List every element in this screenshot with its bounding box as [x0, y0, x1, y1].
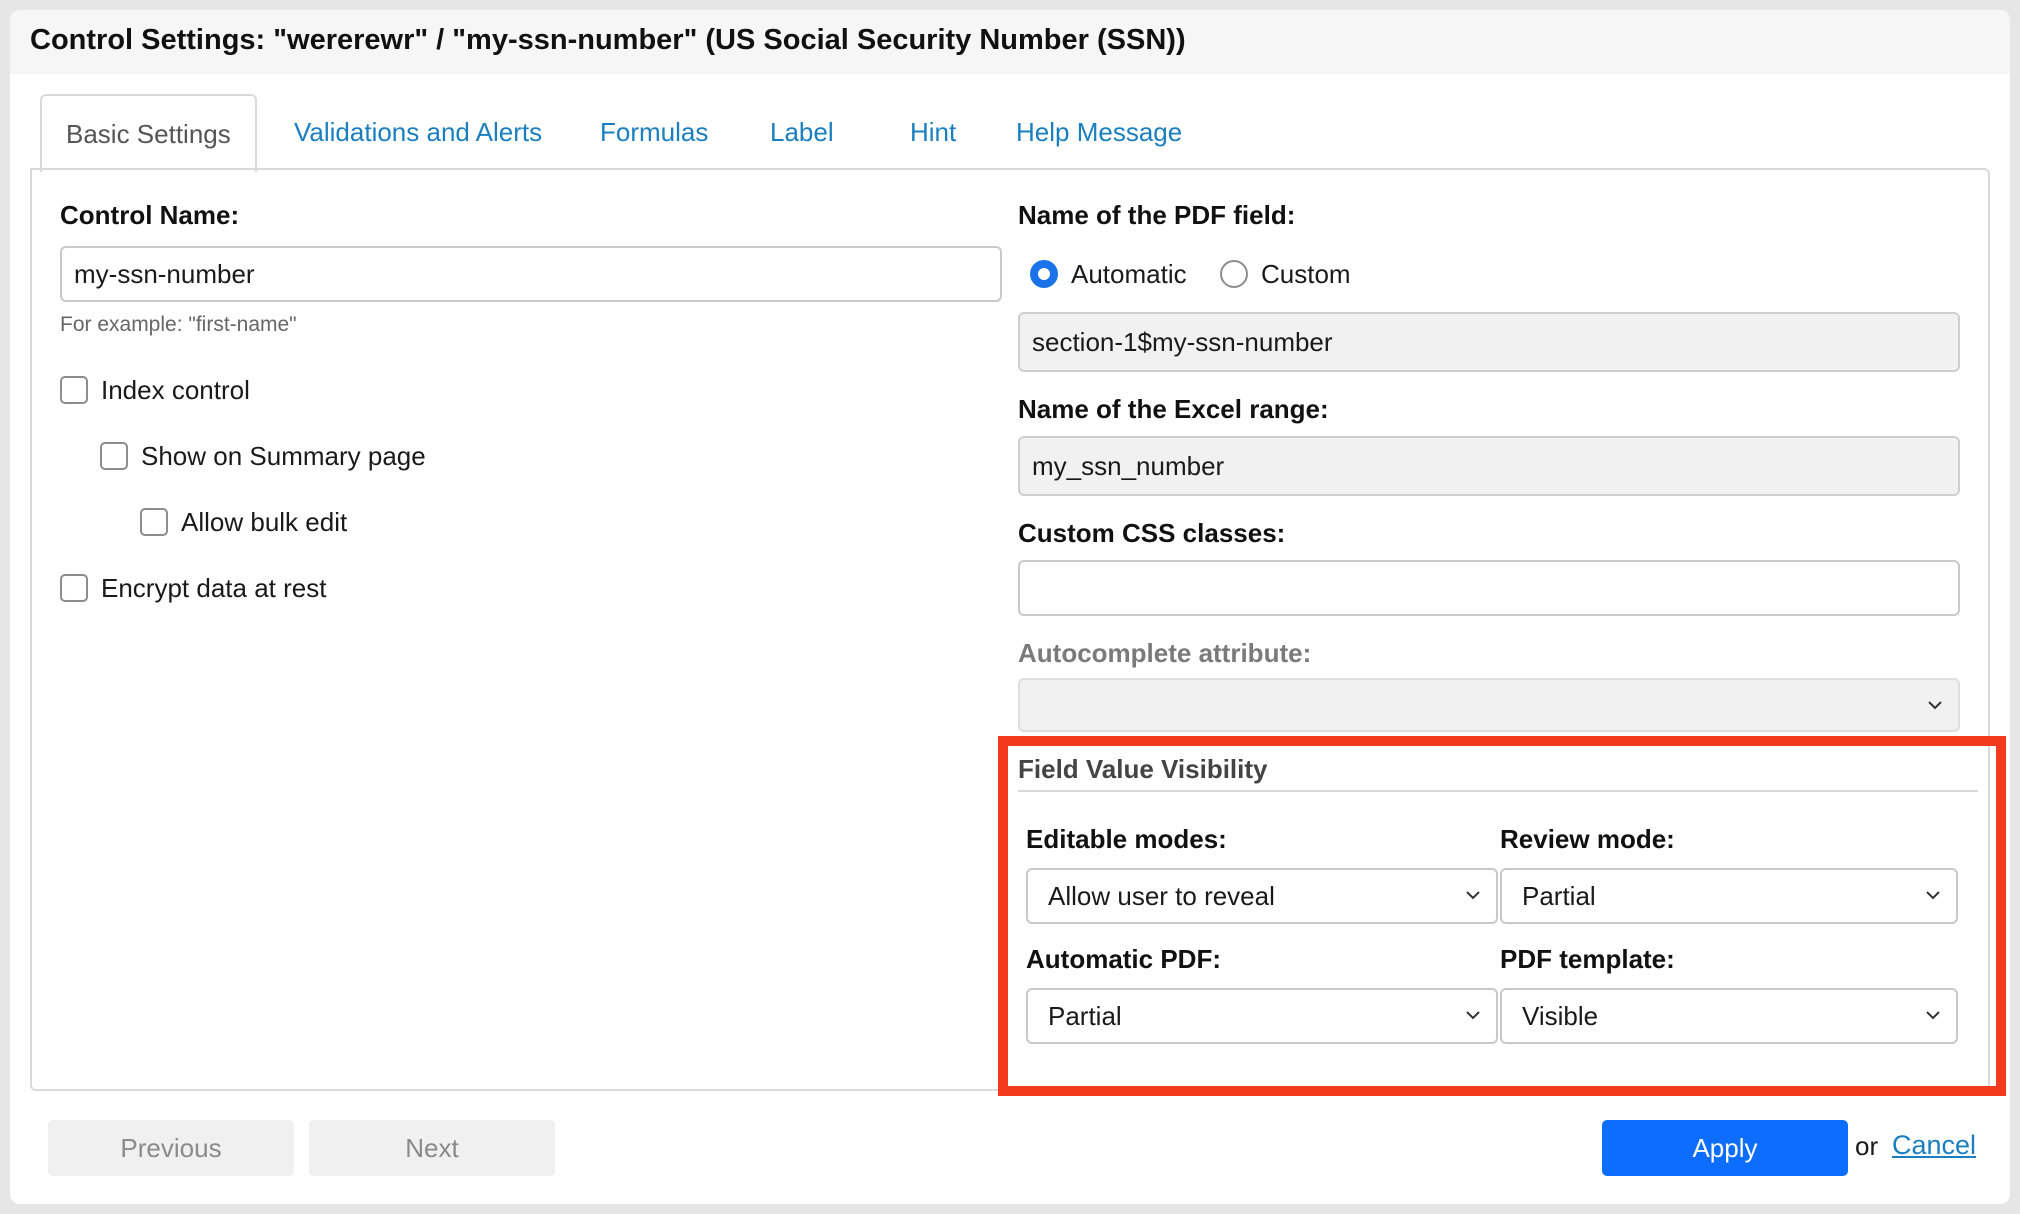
dialog-title: Control Settings: "wererewr" / "my-ssn-n… [30, 24, 1186, 56]
tab-label[interactable]: Label [770, 94, 834, 170]
title-bar: Control Settings: "wererewr" / "my-ssn-n… [10, 10, 2010, 74]
index-control-checkbox-row[interactable]: Index control [60, 373, 250, 407]
review-mode-value: Partial [1522, 881, 1596, 911]
or-text: or [1855, 1131, 1879, 1161]
automatic-pdf-value: Partial [1048, 1001, 1122, 1031]
control-settings-dialog: Control Settings: "wererewr" / "my-ssn-n… [10, 10, 2010, 1204]
pdf-automatic-radio[interactable] [1030, 260, 1058, 288]
pdf-automatic-radio-row[interactable]: Automatic [1030, 257, 1187, 291]
automatic-pdf-select[interactable]: Partial [1026, 988, 1498, 1044]
apply-button[interactable]: Apply [1602, 1120, 1848, 1176]
editable-modes-select[interactable]: Allow user to reveal [1026, 868, 1498, 924]
pdf-custom-radio[interactable] [1220, 260, 1248, 288]
index-control-label: Index control [101, 374, 250, 405]
tab-basic-settings[interactable]: Basic Settings [40, 94, 257, 172]
chevron-down-icon [1926, 1011, 1940, 1020]
pdf-custom-radio-row[interactable]: Custom [1220, 257, 1351, 291]
pdf-field-name-input: section-1$my-ssn-number [1018, 312, 1960, 372]
pdf-template-label: PDF template: [1500, 944, 1675, 974]
allow-bulk-edit-label: Allow bulk edit [181, 506, 348, 537]
pdf-field-label: Name of the PDF field: [1018, 200, 1296, 230]
pdf-template-value: Visible [1522, 1001, 1599, 1031]
excel-range-input: my_ssn_number [1018, 436, 1960, 496]
next-button[interactable]: Next [309, 1120, 555, 1176]
autocomplete-select [1018, 678, 1960, 732]
control-name-label: Control Name: [60, 200, 240, 230]
excel-range-label: Name of the Excel range: [1018, 394, 1329, 424]
index-control-checkbox[interactable] [60, 376, 88, 404]
css-classes-label: Custom CSS classes: [1018, 518, 1286, 548]
field-value-visibility-title: Field Value Visibility [1018, 754, 1268, 784]
editable-modes-label: Editable modes: [1026, 824, 1227, 854]
pdf-custom-label: Custom [1261, 258, 1351, 289]
pdf-template-select[interactable]: Visible [1500, 988, 1958, 1044]
cancel-link[interactable]: Cancel [1892, 1130, 1976, 1161]
show-on-summary-checkbox[interactable] [100, 442, 128, 470]
css-classes-input[interactable] [1018, 560, 1960, 616]
control-name-input[interactable]: my-ssn-number [60, 246, 1002, 302]
review-mode-select[interactable]: Partial [1500, 868, 1958, 924]
allow-bulk-edit-checkbox-row[interactable]: Allow bulk edit [140, 505, 347, 539]
chevron-down-icon [1928, 701, 1942, 710]
encrypt-data-checkbox[interactable] [60, 574, 88, 602]
chevron-down-icon [1466, 1011, 1480, 1020]
section-divider [1018, 790, 1978, 792]
encrypt-data-label: Encrypt data at rest [101, 572, 327, 603]
show-on-summary-checkbox-row[interactable]: Show on Summary page [100, 439, 426, 473]
control-name-hint: For example: "first-name" [60, 313, 297, 336]
chevron-down-icon [1926, 891, 1940, 900]
editable-modes-value: Allow user to reveal [1048, 881, 1275, 911]
chevron-down-icon [1466, 891, 1480, 900]
tab-validations-and-alerts[interactable]: Validations and Alerts [294, 94, 542, 170]
allow-bulk-edit-checkbox[interactable] [140, 508, 168, 536]
review-mode-label: Review mode: [1500, 824, 1675, 854]
tab-hint[interactable]: Hint [910, 94, 956, 170]
automatic-pdf-label: Automatic PDF: [1026, 944, 1221, 974]
tab-help-message[interactable]: Help Message [1016, 94, 1182, 170]
show-on-summary-label: Show on Summary page [141, 440, 426, 471]
previous-button[interactable]: Previous [48, 1120, 294, 1176]
encrypt-data-checkbox-row[interactable]: Encrypt data at rest [60, 571, 326, 605]
tab-formulas[interactable]: Formulas [600, 94, 708, 170]
pdf-automatic-label: Automatic [1071, 258, 1187, 289]
autocomplete-label: Autocomplete attribute: [1018, 638, 1312, 668]
